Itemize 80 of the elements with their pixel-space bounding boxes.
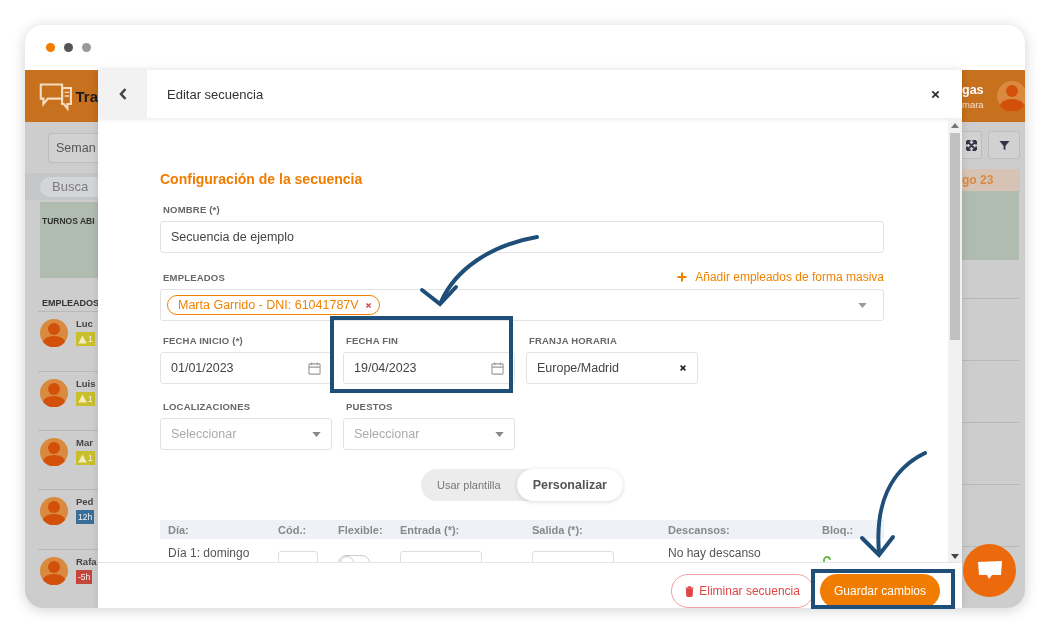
timezone-input[interactable]: Europe/Madrid bbox=[526, 352, 698, 384]
warning-icon bbox=[78, 394, 87, 404]
field-label: FECHA INICIO (*) bbox=[163, 335, 244, 347]
field-label: FRANJA HORARIA bbox=[529, 335, 618, 347]
caret-icon bbox=[495, 431, 504, 437]
employee-name: Luis bbox=[76, 377, 96, 389]
column-header: Entrada (*): bbox=[399, 523, 461, 536]
brand-name: Tra bbox=[75, 87, 98, 105]
employee-badge: 12h bbox=[76, 510, 95, 525]
modal-title: Editar secuencia bbox=[167, 86, 265, 102]
calendar-icon bbox=[491, 361, 504, 375]
field-label: EMPLEADOS bbox=[163, 272, 225, 284]
warning-icon bbox=[78, 334, 87, 344]
clear-icon[interactable] bbox=[679, 364, 687, 372]
column-header: Día: bbox=[167, 523, 190, 536]
save-button[interactable]: Guardar cambios bbox=[819, 574, 940, 608]
avatar-icon bbox=[40, 378, 68, 407]
employee-name: Mar bbox=[76, 437, 94, 449]
mode-option[interactable]: Personalizar bbox=[516, 469, 623, 501]
week-button[interactable]: Seman bbox=[48, 132, 98, 163]
scrollbar[interactable] bbox=[948, 118, 962, 562]
employee-badge: -5h bbox=[76, 569, 93, 584]
window-dot bbox=[82, 43, 91, 52]
open-shifts-label: TURNOS ABI bbox=[41, 215, 96, 226]
avatar-icon bbox=[40, 438, 68, 467]
date-input[interactable]: 01/01/2023 bbox=[160, 352, 332, 384]
employee-name: Ped bbox=[76, 496, 95, 508]
lock-icon[interactable] bbox=[822, 556, 832, 562]
warning-icon bbox=[78, 453, 87, 463]
avatar-icon bbox=[40, 556, 68, 585]
caret-icon bbox=[312, 431, 321, 437]
field-label: FECHA FIN bbox=[346, 335, 400, 347]
column-header: Bloq.: bbox=[821, 523, 855, 536]
column-header: Salida (*): bbox=[531, 523, 584, 536]
caret-icon bbox=[858, 302, 867, 308]
expand-button[interactable] bbox=[962, 131, 982, 160]
section-title: Configuración de la secuencia bbox=[160, 171, 364, 189]
locations-select[interactable]: Seleccionar bbox=[160, 418, 332, 450]
filter-button[interactable] bbox=[988, 131, 1020, 160]
name-input[interactable]: Secuencia de ejemplo bbox=[160, 221, 884, 253]
employees-heading: EMPLEADOS bbox=[41, 297, 98, 311]
plus-icon bbox=[677, 272, 688, 282]
window-dot bbox=[46, 43, 55, 52]
trash-icon bbox=[685, 585, 695, 597]
avatar-icon bbox=[40, 319, 68, 348]
column-header: Flexible: bbox=[337, 523, 384, 536]
day-label: go 23 bbox=[962, 172, 994, 187]
close-icon[interactable] bbox=[931, 89, 940, 99]
expand-icon bbox=[966, 139, 977, 151]
date-input[interactable]: 19/04/2023 bbox=[343, 352, 515, 384]
filter-icon bbox=[998, 139, 1010, 151]
column-header: Cód.: bbox=[277, 523, 308, 536]
calendar-icon bbox=[308, 361, 321, 375]
table-cell-text: No hay descanso bbox=[667, 545, 762, 560]
open-shifts-panel bbox=[962, 191, 1019, 260]
bulk-add-link[interactable]: Añadir empleados de forma masiva bbox=[677, 270, 884, 284]
mode-option[interactable]: Usar plantilla bbox=[421, 469, 517, 501]
remove-icon[interactable] bbox=[364, 301, 372, 309]
user-name: gas bbox=[962, 82, 984, 97]
field-label: NOMBRE (*) bbox=[163, 204, 221, 216]
employee-name: Luc bbox=[76, 318, 94, 330]
search-field[interactable]: Busca bbox=[40, 176, 98, 197]
employee-badge: 1 bbox=[76, 451, 95, 466]
positions-select[interactable]: Seleccionar bbox=[343, 418, 515, 450]
field-label: PUESTOS bbox=[346, 401, 394, 413]
employee-badge: 1 bbox=[76, 391, 95, 406]
user-role: mara bbox=[962, 98, 984, 110]
column-header: Descansos: bbox=[667, 523, 731, 536]
employees-select[interactable]: Marta Garrido - DNI: 61041787V bbox=[160, 289, 884, 321]
avatar-icon bbox=[997, 81, 1025, 111]
window-dot bbox=[64, 43, 73, 52]
avatar-icon bbox=[40, 497, 68, 526]
scroll-down-icon[interactable] bbox=[951, 554, 959, 559]
employee-badge: 1 bbox=[76, 332, 95, 347]
scroll-up-icon[interactable] bbox=[951, 123, 959, 128]
table-cell-text: Día 1: domingo bbox=[167, 545, 251, 560]
delete-button[interactable]: Eliminar secuencia bbox=[671, 574, 814, 608]
chevron-left-icon bbox=[117, 87, 128, 101]
employee-name: Rafa bbox=[76, 555, 97, 567]
field-label: LOCALIZACIONES bbox=[163, 401, 252, 413]
